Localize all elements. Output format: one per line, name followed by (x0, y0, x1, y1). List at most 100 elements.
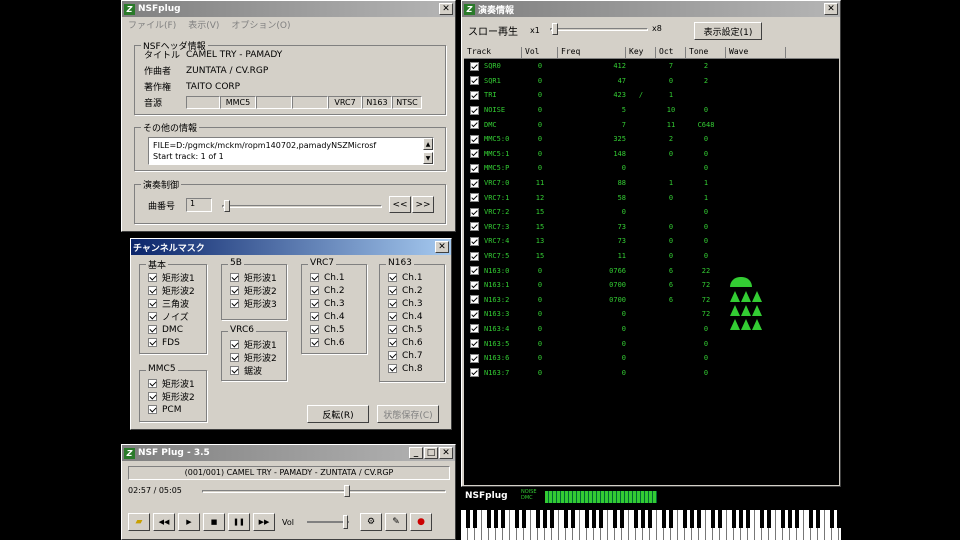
player-title-bar[interactable]: Z NSF Plug - 3.5 _ □ ✕ (122, 445, 455, 461)
track-checkbox[interactable] (470, 76, 479, 86)
channel-checkbox[interactable] (230, 273, 239, 282)
exit-icon[interactable]: ● (410, 513, 432, 531)
main-title-bar[interactable]: Z NSFplug ✕ (122, 1, 455, 17)
invert-button[interactable]: 反転(R) (307, 405, 369, 423)
close-icon[interactable]: ✕ (435, 241, 449, 253)
table-cell: 0 (537, 310, 543, 319)
channel-checkbox[interactable] (148, 286, 157, 295)
tools-icon[interactable]: ✎ (385, 513, 407, 531)
channel-checkbox[interactable] (230, 286, 239, 295)
display-settings-button[interactable]: 表示設定(1) (694, 22, 762, 40)
channel-checkbox[interactable] (310, 286, 319, 295)
slow-play-slider[interactable] (550, 23, 648, 35)
seek-thumb[interactable] (343, 485, 350, 497)
track-checkbox[interactable] (470, 61, 479, 71)
track-checkbox[interactable] (470, 339, 479, 349)
info-title-bar[interactable]: Z 演奏情報 ✕ (462, 1, 840, 17)
rewind-icon[interactable]: ◀◀ (153, 513, 175, 531)
black-key (633, 510, 638, 528)
playback-label: 演奏制御 (141, 178, 182, 191)
track-checkbox[interactable] (470, 251, 479, 261)
table-cell: 0 (537, 62, 543, 71)
track-checkbox[interactable] (470, 295, 479, 305)
track-checkbox[interactable] (470, 324, 479, 334)
close-icon[interactable]: ✕ (439, 3, 453, 15)
close-icon[interactable]: ✕ (824, 3, 838, 15)
scroll-up-icon[interactable]: ▲ (423, 138, 433, 150)
close-icon[interactable]: ✕ (439, 447, 453, 459)
track-checkbox[interactable] (470, 207, 479, 217)
seek-slider[interactable] (202, 485, 446, 497)
channel-checkbox[interactable] (388, 338, 397, 347)
table-cell: 0700 (609, 295, 626, 304)
track-checkbox[interactable] (470, 163, 479, 173)
channel-checkbox[interactable] (148, 325, 157, 334)
prev-track-button[interactable]: << (389, 196, 411, 213)
channel-checkbox[interactable] (148, 392, 157, 401)
track-number-field[interactable]: 1 (186, 198, 212, 212)
channel-checkbox[interactable] (310, 273, 319, 282)
artist-value: ZUNTATA / CV.RGP (186, 65, 269, 76)
channel-checkbox[interactable] (148, 299, 157, 308)
track-checkbox[interactable] (470, 193, 479, 203)
channel-checkbox[interactable] (148, 273, 157, 282)
channel-checkbox[interactable] (388, 364, 397, 373)
channel-checkbox[interactable] (388, 312, 397, 321)
channel-label: Ch.8 (402, 363, 423, 374)
play-icon[interactable]: ▶ (178, 513, 200, 531)
channel-checkbox[interactable] (148, 379, 157, 388)
track-checkbox[interactable] (470, 120, 479, 130)
fast-forward-icon[interactable]: ▶▶ (253, 513, 275, 531)
channel-checkbox[interactable] (388, 273, 397, 282)
menu-view[interactable]: 表示(V) (188, 18, 219, 31)
channel-checkbox[interactable] (148, 338, 157, 347)
save-state-button[interactable]: 状態保存(C) (377, 405, 439, 423)
track-checkbox[interactable] (470, 178, 479, 188)
channel-checkbox[interactable] (388, 351, 397, 360)
info-textbox[interactable]: FILE=D:/pgmck/mckm/ropm140702,pamadyNSZM… (148, 137, 434, 165)
channel-checkbox[interactable] (230, 353, 239, 362)
track-checkbox[interactable] (470, 105, 479, 115)
channel-checkbox[interactable] (148, 405, 157, 414)
track-checkbox[interactable] (470, 149, 479, 159)
track-checkbox[interactable] (470, 280, 479, 290)
minimize-icon[interactable]: _ (409, 447, 423, 459)
channel-checkbox[interactable] (310, 338, 319, 347)
track-checkbox[interactable] (470, 236, 479, 246)
table-cell: TRI (484, 91, 497, 100)
table-cell: 2 (668, 135, 674, 144)
maximize-icon[interactable]: □ (424, 447, 438, 459)
channel-checkbox[interactable] (310, 312, 319, 321)
track-checkbox[interactable] (470, 368, 479, 378)
table-row: N163:0 0 0766 6 22 (464, 263, 839, 278)
channel-checkbox[interactable] (230, 366, 239, 375)
track-checkbox[interactable] (470, 90, 479, 100)
channel-checkbox[interactable] (388, 286, 397, 295)
settings-icon[interactable]: ⚙ (360, 513, 382, 531)
channel-checkbox[interactable] (388, 325, 397, 334)
table-cell: N163:7 (484, 368, 510, 377)
track-slider[interactable] (222, 200, 382, 212)
menu-file[interactable]: ファイル(F) (128, 18, 176, 31)
channel-checkbox[interactable] (310, 299, 319, 308)
table-cell: 0 (621, 324, 626, 333)
channel-checkbox[interactable] (148, 312, 157, 321)
pause-icon[interactable]: ❚❚ (228, 513, 250, 531)
next-track-button[interactable]: >> (412, 196, 434, 213)
mask-title: チャンネルマスク (133, 243, 205, 254)
track-checkbox[interactable] (470, 134, 479, 144)
channel-checkbox[interactable] (230, 299, 239, 308)
channel-checkbox[interactable] (388, 299, 397, 308)
track-checkbox[interactable] (470, 309, 479, 319)
volume-slider[interactable] (307, 515, 349, 529)
track-checkbox[interactable] (470, 266, 479, 276)
open-folder-icon[interactable]: ▰ (128, 513, 150, 531)
channel-checkbox[interactable] (230, 340, 239, 349)
track-checkbox[interactable] (470, 222, 479, 232)
menu-options[interactable]: オプション(O) (231, 18, 290, 31)
track-checkbox[interactable] (470, 353, 479, 363)
mask-title-bar[interactable]: チャンネルマスク ✕ (131, 239, 451, 255)
channel-checkbox[interactable] (310, 325, 319, 334)
scroll-down-icon[interactable]: ▼ (423, 152, 433, 164)
stop-icon[interactable]: ■ (203, 513, 225, 531)
